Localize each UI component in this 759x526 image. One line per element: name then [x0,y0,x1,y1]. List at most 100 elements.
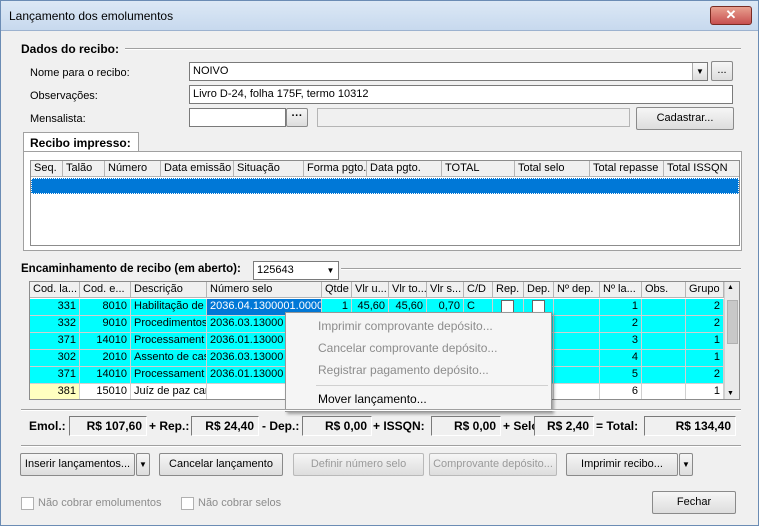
fechar-button[interactable]: Fechar [652,491,736,514]
inserir-lancamentos-button[interactable]: Inserir lançamentos... [20,453,135,476]
nao-cobrar-selos-checkbox[interactable] [181,497,194,510]
table-cell-obs[interactable] [642,350,686,367]
table-cell-n-la[interactable]: 5 [600,367,642,384]
table-cell-desc[interactable]: Assento de cas [131,350,207,367]
table-cell-cod-e[interactable]: 2010 [80,350,131,367]
table-cell-cod-la[interactable]: 381 [30,384,80,399]
cancelar-lancamento-button[interactable]: Cancelar lançamento [159,453,283,476]
column-header[interactable]: Vlr u... [352,282,389,298]
table-cell-obs[interactable] [642,367,686,384]
column-header[interactable]: Vlr s... [427,282,464,298]
table-cell-n-dep[interactable] [554,299,600,316]
table-cell-obs[interactable] [642,333,686,350]
menu-item-mover-lancamento[interactable]: Mover lançamento... [318,392,427,406]
table-cell-cod-la[interactable]: 371 [30,367,80,384]
chevron-down-icon[interactable]: ▼ [136,453,150,476]
column-header[interactable]: Descrição [131,282,207,298]
column-header[interactable]: Cod. la... [30,282,80,298]
column-header[interactable]: Rep. [493,282,524,298]
chevron-down-icon[interactable]: ▼ [679,453,693,476]
cadastrar-button[interactable]: Cadastrar... [636,107,734,130]
nao-cobrar-emolumentos-checkbox[interactable] [21,497,34,510]
column-header[interactable]: Cod. e... [80,282,131,298]
table-cell-cod-la[interactable]: 371 [30,333,80,350]
imprimir-recibo-button[interactable]: Imprimir recibo... [566,453,678,476]
table-cell-cod-e[interactable]: 8010 [80,299,131,316]
column-header[interactable]: Total selo [515,161,590,177]
nome-combobox[interactable]: NOIVO ▼ [189,62,708,81]
table-cell-grupo[interactable]: 2 [686,299,724,316]
column-header[interactable]: Total ISSQN [664,161,739,177]
tab-recibo-impresso[interactable]: Recibo impresso: [23,132,139,152]
table-cell-n-la[interactable]: 4 [600,350,642,367]
column-header[interactable]: Vlr to... [389,282,427,298]
table-cell-grupo[interactable]: 2 [686,316,724,333]
column-header[interactable]: Grupo [686,282,724,298]
column-header[interactable]: Total repasse [590,161,664,177]
column-header[interactable]: Dep. [524,282,554,298]
recibo-impresso-table[interactable]: Seq. Talão Número Data emissão Situação … [30,160,740,246]
table-cell-n-la[interactable]: 1 [600,299,642,316]
table-cell-n-dep[interactable] [554,367,600,384]
column-header[interactable]: Seq. [31,161,63,177]
table-cell-grupo[interactable]: 1 [686,350,724,367]
column-header[interactable]: Número [105,161,161,177]
menu-item-registrar-pagamento[interactable]: Registrar pagamento depósito... [318,363,489,377]
total-label: = Total: [596,419,639,433]
mensalista-ellipsis-button[interactable]: ··· [286,108,308,127]
table-cell-n-la[interactable]: 6 [600,384,642,399]
column-header[interactable]: Número selo [207,282,322,298]
table-cell-desc[interactable]: Procedimentos [131,316,207,333]
column-header[interactable]: TOTAL [442,161,515,177]
table-cell-cod-la[interactable]: 302 [30,350,80,367]
definir-numero-selo-button[interactable]: Definir número selo [293,453,424,476]
table-cell-obs[interactable] [642,299,686,316]
column-header[interactable]: Data emissão [161,161,234,177]
column-header[interactable]: Data pgto. [367,161,442,177]
table-cell-cod-la[interactable]: 332 [30,316,80,333]
table-cell-n-dep[interactable] [554,350,600,367]
encaminhamento-combobox[interactable]: 125643 ▼ [253,261,339,280]
menu-item-imprimir-comprovante[interactable]: Imprimir comprovante depósito... [318,319,493,333]
table-cell-n-dep[interactable] [554,333,600,350]
table-cell-n-la[interactable]: 3 [600,333,642,350]
column-header[interactable]: Talão [63,161,105,177]
table-cell-desc[interactable]: Processament [131,367,207,384]
table-cell-cod-la[interactable]: 331 [30,299,80,316]
table-cell-n-dep[interactable] [554,384,600,399]
table-cell-obs[interactable] [642,316,686,333]
chevron-down-icon[interactable]: ▼ [692,63,707,80]
vertical-scrollbar[interactable]: ▲ ▼ [724,282,739,399]
column-header[interactable]: Qtde [322,282,352,298]
close-button[interactable]: ✕ [710,6,752,25]
table-cell-grupo[interactable]: 1 [686,333,724,350]
table-cell-n-la[interactable]: 2 [600,316,642,333]
nome-ellipsis-button[interactable]: ... [711,61,733,81]
scroll-thumb[interactable] [727,300,738,344]
table-cell-n-dep[interactable] [554,316,600,333]
column-header[interactable]: Nº la... [600,282,642,298]
column-header[interactable]: Obs. [642,282,686,298]
table-cell-cod-e[interactable]: 9010 [80,316,131,333]
selected-row[interactable] [31,178,739,194]
chevron-down-icon[interactable]: ▼ [323,262,338,279]
scroll-up-icon[interactable]: ▲ [727,284,734,291]
table-cell-obs[interactable] [642,384,686,399]
comprovante-deposito-button[interactable]: Comprovante depósito... [429,453,557,476]
table-cell-desc[interactable]: Processament [131,333,207,350]
mensalista-field[interactable] [189,108,286,127]
table-cell-cod-e[interactable]: 14010 [80,367,131,384]
column-header[interactable]: Nº dep. [554,282,600,298]
table-cell-cod-e[interactable]: 15010 [80,384,131,399]
scroll-down-icon[interactable]: ▼ [727,390,734,397]
column-header[interactable]: C/D [464,282,493,298]
table-cell-cod-e[interactable]: 14010 [80,333,131,350]
column-header[interactable]: Forma pgto. [304,161,367,177]
table-cell-grupo[interactable]: 2 [686,367,724,384]
menu-item-cancelar-comprovante[interactable]: Cancelar comprovante depósito... [318,341,497,355]
table-cell-desc[interactable]: Habilitação de [131,299,207,316]
table-cell-grupo[interactable]: 1 [686,384,724,399]
observacoes-field[interactable]: Livro D-24, folha 175F, termo 10312 [189,85,733,104]
column-header[interactable]: Situação [234,161,304,177]
table-cell-desc[interactable]: Juíz de paz car [131,384,207,399]
